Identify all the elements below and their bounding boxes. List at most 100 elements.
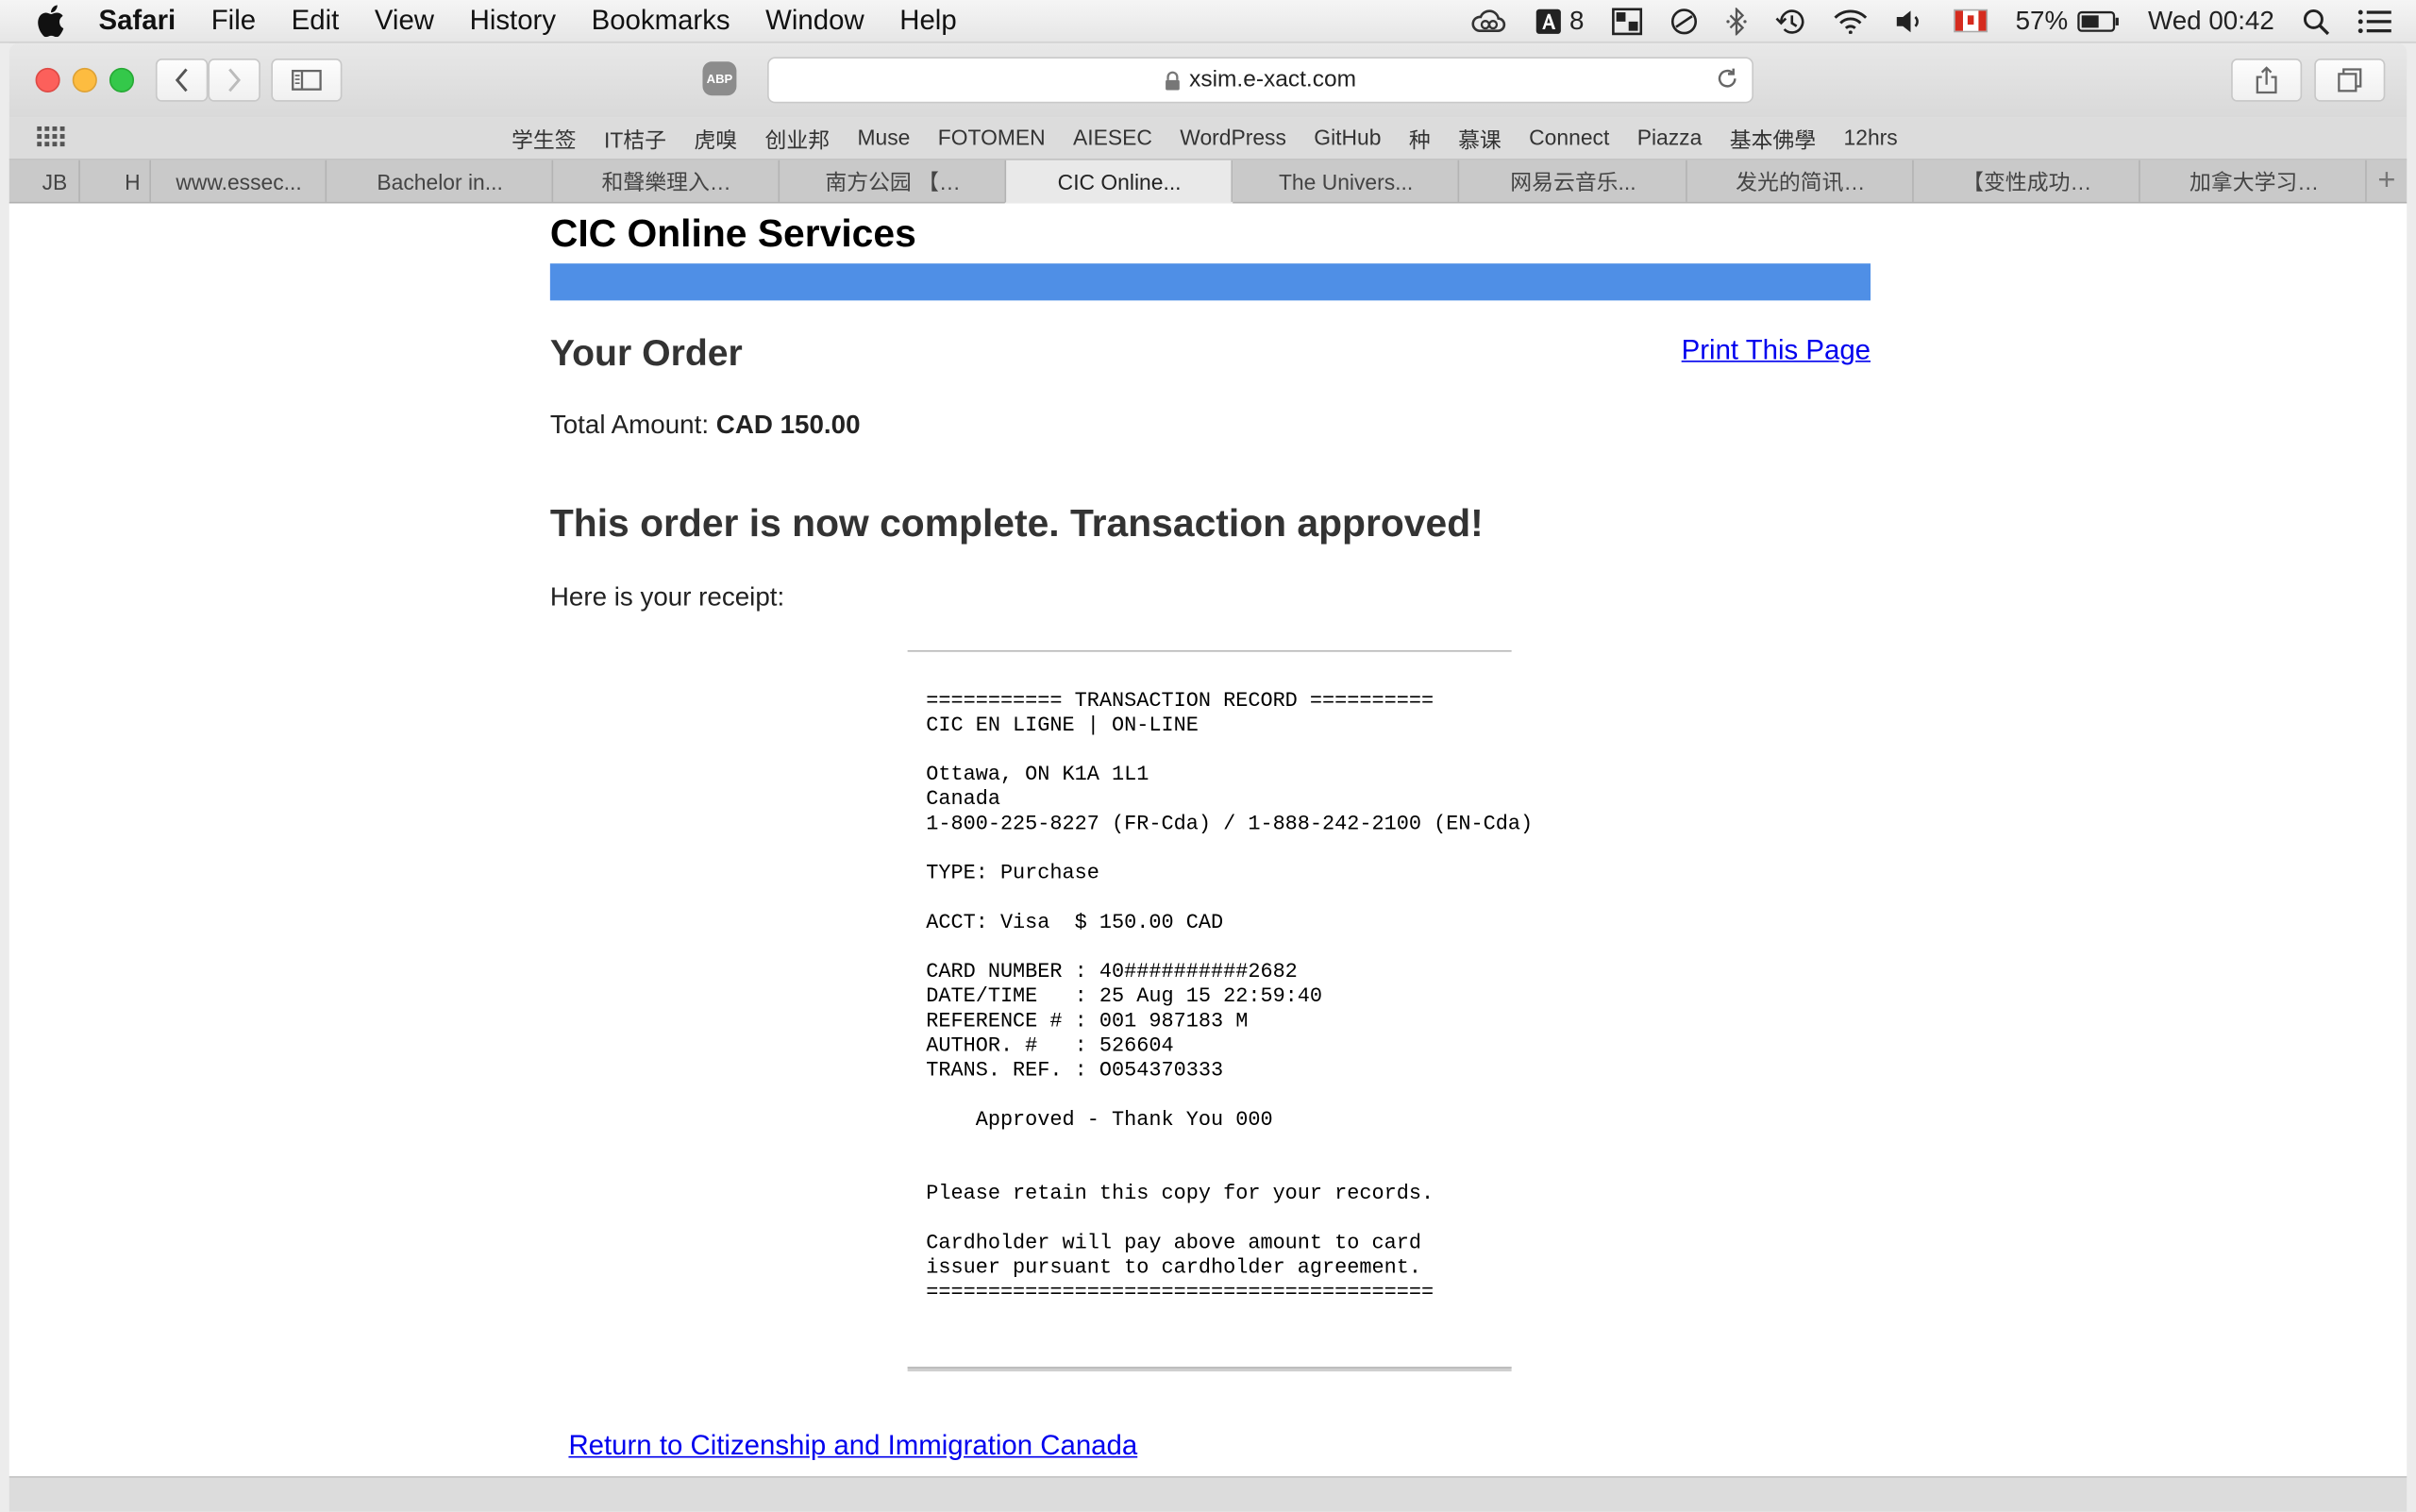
favorite-item[interactable]: 学生签	[512, 125, 577, 156]
receipt-line: 1-800-225-8227 (FR-Cda) / 1-888-242-2100…	[926, 814, 1534, 837]
brand-bar	[549, 263, 1871, 301]
transaction-receipt: =========== TRANSACTION RECORD =========…	[926, 690, 1533, 1306]
tab[interactable]: 南方公园 【…	[778, 160, 1006, 202]
forward-button[interactable]	[208, 59, 260, 102]
receipt-intro: Here is your receipt:	[549, 582, 785, 613]
bluetooth-icon[interactable]	[1726, 7, 1748, 35]
receipt-line: issuer pursuant to cardholder agreement.	[926, 1257, 1422, 1281]
new-tab-plus-icon[interactable]: +	[2365, 160, 2407, 202]
tab[interactable]: www.essec...	[149, 160, 327, 202]
menu-bookmarks[interactable]: Bookmarks	[592, 5, 730, 37]
tab[interactable]: 和聲樂理入…	[551, 160, 780, 202]
favorite-item[interactable]: 12hrs	[1844, 125, 1898, 156]
adblock-label: ABP	[706, 71, 733, 86]
menu-edit[interactable]: Edit	[292, 5, 340, 37]
favorite-item[interactable]: FOTOMEN	[938, 125, 1046, 156]
favorite-item[interactable]: 创业邦	[765, 125, 830, 156]
sidebar-toggle-button[interactable]	[271, 59, 343, 102]
tab[interactable]: 【变性成功…	[1912, 160, 2140, 202]
menu-app-safari[interactable]: Safari	[98, 5, 176, 37]
favorite-item[interactable]: AIESEC	[1073, 125, 1152, 156]
address-bar[interactable]: xsim.e-xact.com	[767, 57, 1753, 104]
back-button[interactable]	[155, 59, 209, 102]
menu-file[interactable]: File	[211, 5, 256, 37]
tab-bar: JB H www.essec... Bachelor in... 和聲樂理入… …	[8, 160, 2408, 204]
creative-cloud-icon[interactable]	[1469, 8, 1506, 33]
window-manager-icon[interactable]	[1612, 7, 1643, 35]
tab-active[interactable]: CIC Online...	[1004, 160, 1233, 204]
favorite-item[interactable]: 慕课	[1458, 125, 1502, 156]
web-page: CIC Online Services Your Order Print Thi…	[8, 203, 2408, 1477]
tab[interactable]: Bachelor in...	[325, 160, 553, 202]
menu-history[interactable]: History	[470, 5, 556, 37]
top-sites-grid-icon[interactable]	[37, 126, 65, 148]
share-button[interactable]	[2231, 59, 2303, 102]
print-page-link[interactable]: Print This Page	[1682, 334, 1871, 366]
menu-view[interactable]: View	[375, 5, 434, 37]
total-label: Total Amount:	[549, 410, 710, 440]
receipt-line: ACCT: Visa $ 150.00 CAD	[926, 912, 1224, 936]
tab[interactable]: H	[78, 160, 151, 202]
tab[interactable]: 网易云音乐...	[1457, 160, 1686, 202]
share-icon	[2256, 66, 2277, 94]
battery-icon[interactable]	[2077, 10, 2121, 32]
input-source-canada-flag-icon[interactable]	[1954, 8, 1988, 33]
receipt-line: CIC EN LIGNE | ON-LINE	[926, 714, 1199, 739]
receipt-line: Cardholder will pay above amount to card	[926, 1233, 1422, 1256]
favorite-item[interactable]: Connect	[1529, 125, 1609, 156]
battery-percentage[interactable]: 57%	[2016, 6, 2069, 37]
tab[interactable]: 加拿大学习…	[2139, 160, 2368, 202]
menu-clock[interactable]: Wed 00:42	[2148, 6, 2274, 37]
lock-icon	[1165, 70, 1180, 90]
do-not-disturb-icon[interactable]	[1670, 7, 1698, 34]
favorites-bar: 学生签 IT桔子 虎嗅 创业邦 Muse FOTOMEN AIESEC Word…	[8, 117, 2408, 160]
tabs-overview-icon	[2338, 68, 2362, 92]
menu-bar: Safari File Edit View History Bookmarks …	[0, 0, 2416, 43]
tab[interactable]: JB	[9, 160, 78, 202]
favorite-item[interactable]: GitHub	[1314, 125, 1381, 156]
favorite-item[interactable]: Piazza	[1637, 125, 1703, 156]
receipt-line: AUTHOR. # : 526604	[926, 1035, 1174, 1059]
receipt-line: Approved - Thank You 000	[975, 1109, 1273, 1133]
address-url: xsim.e-xact.com	[1189, 66, 1357, 92]
notification-center-icon[interactable]	[2357, 8, 2391, 33]
menu-window[interactable]: Window	[765, 5, 864, 37]
reload-icon[interactable]	[1715, 66, 1739, 91]
receipt-divider-top	[907, 649, 1512, 652]
tab[interactable]: 发光的简讯…	[1686, 160, 1914, 202]
receipt-line: Ottawa, ON K1A 1L1	[926, 764, 1149, 788]
adblock-plus-button[interactable]: ABP	[702, 61, 737, 96]
wifi-icon[interactable]	[1834, 8, 1868, 34]
return-to-cic-link[interactable]: Return to Citizenship and Immigration Ca…	[568, 1430, 1137, 1462]
receipt-line: TYPE: Purchase	[926, 863, 1099, 886]
favorite-item[interactable]: 基本佛學	[1730, 125, 1816, 156]
receipt-line: =========== TRANSACTION RECORD =========…	[926, 690, 1434, 714]
receipt-line: CARD NUMBER : 40##########2682	[926, 961, 1298, 985]
receipt-line: Canada	[926, 788, 1000, 813]
close-window-button[interactable]	[35, 67, 60, 92]
sidebar-icon	[292, 69, 322, 91]
volume-icon[interactable]	[1895, 8, 1926, 33]
receipt-line: ========================================…	[926, 1282, 1434, 1305]
browser-toolbar: ABP xsim.e-xact.com	[8, 42, 2408, 118]
tab[interactable]: The Univers...	[1231, 160, 1459, 202]
status-bar	[8, 1476, 2408, 1512]
apple-menu-icon[interactable]	[37, 4, 68, 38]
show-all-tabs-button[interactable]	[2314, 59, 2386, 102]
favorite-item[interactable]: WordPress	[1180, 125, 1286, 156]
minimize-window-button[interactable]	[72, 67, 97, 92]
favorite-item[interactable]: IT桔子	[604, 125, 666, 156]
spotlight-search-icon[interactable]	[2302, 7, 2330, 35]
receipt-line: DATE/TIME : 25 Aug 15 22:59:40	[926, 985, 1323, 1010]
favorite-item[interactable]: Muse	[857, 125, 910, 156]
adobe-updates-icon[interactable]: 8	[1534, 6, 1584, 37]
receipt-line: REFERENCE # : 001 987183 M	[926, 1011, 1249, 1034]
favorite-item[interactable]: 虎嗅	[694, 125, 737, 156]
chevron-right-icon	[228, 68, 241, 92]
time-machine-icon[interactable]	[1775, 7, 1806, 34]
menu-help[interactable]: Help	[899, 5, 956, 37]
order-complete-heading: This order is now complete. Transaction …	[549, 502, 1484, 546]
zoom-window-button[interactable]	[109, 67, 135, 92]
receipt-line: TRANS. REF. : O054370333	[926, 1060, 1224, 1084]
favorite-item[interactable]: 种	[1409, 125, 1431, 156]
